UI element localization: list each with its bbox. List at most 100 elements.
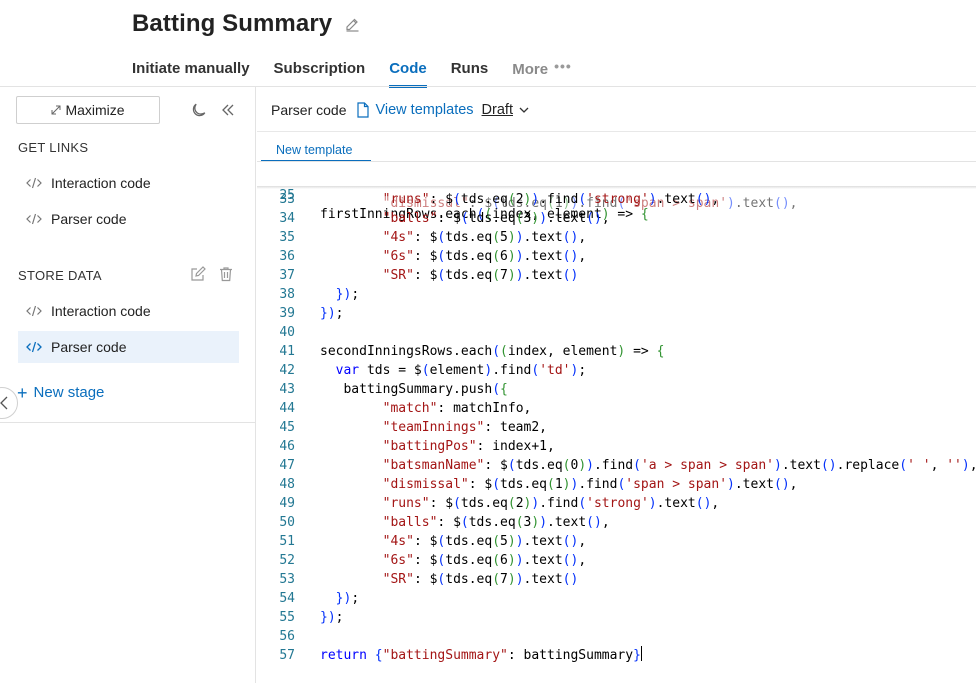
text-cursor xyxy=(640,646,642,661)
version-dropdown[interactable]: Draft xyxy=(482,102,529,118)
code-icon xyxy=(26,213,44,225)
line-number: 42 xyxy=(279,363,295,378)
code-text: "SR": $(tds.eq(7)).text() xyxy=(382,268,579,283)
line-number: 49 xyxy=(279,496,295,511)
line-number: 36 xyxy=(279,249,295,264)
code-text: "6s": $(tds.eq(6)).text(), xyxy=(382,249,587,264)
ellipsis-icon: ••• xyxy=(554,58,572,74)
tab-subscription[interactable]: Subscription xyxy=(274,58,366,86)
tab-runs[interactable]: Runs xyxy=(451,58,489,86)
store-data-actions xyxy=(190,266,234,282)
main-tabs: Initiate manually Subscription Code Runs… xyxy=(132,58,596,88)
code-text: "SR": $(tds.eq(7)).text() xyxy=(382,572,579,587)
maximize-button[interactable]: Maximize xyxy=(16,96,160,124)
template-tab-divider xyxy=(257,161,976,162)
line-number: 37 xyxy=(279,268,295,283)
code-icon xyxy=(26,305,44,317)
view-templates-link[interactable]: View templates xyxy=(356,102,474,118)
code-text: secondInningsRows.each((index, element) … xyxy=(320,344,665,359)
line-number: 50 xyxy=(279,515,295,530)
code-icon xyxy=(26,177,44,189)
code-text: "6s": $(tds.eq(6)).text(), xyxy=(382,553,587,568)
code-text: "balls": $(tds.eq(3)).text(), xyxy=(382,515,610,530)
editor-title: Parser code xyxy=(271,102,347,118)
chevron-down-icon xyxy=(519,107,529,113)
line-number: 57 xyxy=(279,648,295,663)
editor-panel: Parser code View templates Draft New tem… xyxy=(257,87,976,683)
code-text: "dismissal": $(tds.eq(1)).find('span > s… xyxy=(382,477,798,492)
line-number: 52 xyxy=(279,553,295,568)
page-title: Batting Summary xyxy=(132,10,333,37)
line-number: 38 xyxy=(279,287,295,302)
collapse-sidebar-icon[interactable] xyxy=(220,101,236,119)
tab-initiate-manually[interactable]: Initiate manually xyxy=(132,58,250,86)
sticky-shadow xyxy=(257,186,976,189)
line-number: 45 xyxy=(279,420,295,435)
code-text: }); xyxy=(320,306,344,321)
line-number: 54 xyxy=(279,591,295,606)
line-number: 34 xyxy=(279,211,295,226)
line-number: 53 xyxy=(279,572,295,587)
version-label: Draft xyxy=(481,102,513,118)
code-text: "match": matchInfo, xyxy=(382,401,532,416)
tab-code[interactable]: Code xyxy=(389,58,427,88)
title-row: Batting Summary xyxy=(132,8,362,40)
tab-new-template[interactable]: New template xyxy=(261,142,371,162)
tab-more[interactable]: More ••• xyxy=(512,58,572,86)
line-number: 55 xyxy=(279,610,295,625)
code-icon xyxy=(26,341,44,353)
maximize-label: Maximize xyxy=(65,102,125,118)
code-text: }); xyxy=(320,610,344,625)
line-number: 41 xyxy=(279,344,295,359)
view-templates-label: View templates xyxy=(375,102,474,118)
code-editor[interactable]: "dismissal": $(tds.eq(1)).find('span > s… xyxy=(257,167,976,683)
code-text: "4s": $(tds.eq(5)).text(), xyxy=(382,230,587,245)
line-number: 46 xyxy=(279,439,295,454)
code-text: "battingPos": index+1, xyxy=(382,439,555,454)
line-number: 44 xyxy=(279,401,295,416)
plus-icon: + xyxy=(17,382,28,403)
code-text: "runs": $(tds.eq(2)).find('strong').text… xyxy=(382,192,720,207)
sidebar-item-get-links-interaction-code[interactable]: Interaction code xyxy=(18,167,239,199)
editor-toolbar: Parser code View templates Draft xyxy=(271,100,529,120)
code-text: "batsmanName": $(tds.eq(0)).find('a > sp… xyxy=(382,458,976,473)
line-number: 56 xyxy=(279,629,295,644)
sidebar-item-get-links-parser-code[interactable]: Parser code xyxy=(18,203,239,235)
trash-icon[interactable] xyxy=(218,266,234,282)
maximize-icon xyxy=(51,105,61,115)
collapse-panel-handle[interactable] xyxy=(0,387,18,419)
line-number: 47 xyxy=(279,458,295,473)
line-number: 39 xyxy=(279,306,295,321)
sidebar-item-store-data-interaction-code[interactable]: Interaction code xyxy=(18,295,239,327)
sidebar-item-store-data-parser-code[interactable]: Parser code xyxy=(18,331,239,363)
code-text: return {"battingSummary": battingSummary… xyxy=(320,646,642,663)
toolbar-divider xyxy=(257,131,976,132)
line-number: 48 xyxy=(279,477,295,492)
tab-more-label: More xyxy=(512,61,549,78)
line-number: 33 xyxy=(279,192,295,207)
sidebar-item-label: Interaction code xyxy=(51,303,151,319)
sidebar: Maximize GET LINKS Interaction code Pars… xyxy=(0,87,256,683)
code-text: "4s": $(tds.eq(5)).text(), xyxy=(382,534,587,549)
section-label-get-links: GET LINKS xyxy=(18,140,89,155)
edit-stage-icon[interactable] xyxy=(190,266,206,282)
sidebar-divider xyxy=(0,422,256,423)
code-text: }); xyxy=(335,287,360,302)
chevron-left-icon xyxy=(0,396,8,410)
new-stage-label: New stage xyxy=(33,384,105,401)
sticky-scope-line: 25 firstInningRows.each((index, element)… xyxy=(257,167,976,222)
new-stage-button[interactable]: + New stage xyxy=(17,382,105,403)
pencil-icon[interactable] xyxy=(344,15,362,33)
code-text: var tds = $(element).find('td'); xyxy=(335,363,587,378)
code-text: "balls": $(tds.eq(3)).text(), xyxy=(382,211,610,226)
section-label-store-data: STORE DATA xyxy=(18,268,102,283)
document-icon xyxy=(356,102,370,118)
code-text: "teamInnings": team2, xyxy=(382,420,547,435)
moon-icon[interactable] xyxy=(190,101,208,119)
code-text: "runs": $(tds.eq(2)).find('strong').text… xyxy=(382,496,720,511)
line-number: 35 xyxy=(279,230,295,245)
code-text: }); xyxy=(335,591,360,606)
code-text: battingSummary.push({ xyxy=(320,382,508,397)
sidebar-item-label: Parser code xyxy=(51,211,127,227)
line-number: 51 xyxy=(279,534,295,549)
